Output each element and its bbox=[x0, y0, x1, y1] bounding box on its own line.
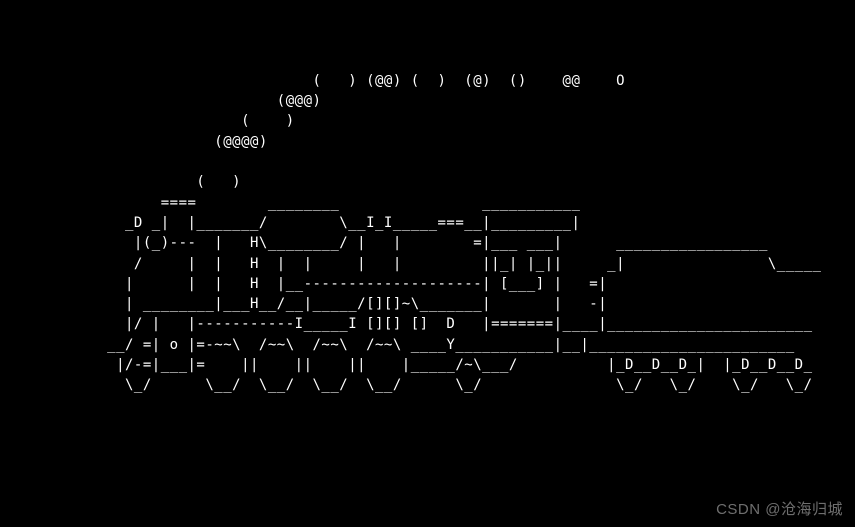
terminal-output: ( ) (@@) ( ) (@) () @@ O (@@@) ( ) (@@@@… bbox=[0, 0, 855, 527]
watermark-text: CSDN @沧海归城 bbox=[716, 498, 843, 519]
